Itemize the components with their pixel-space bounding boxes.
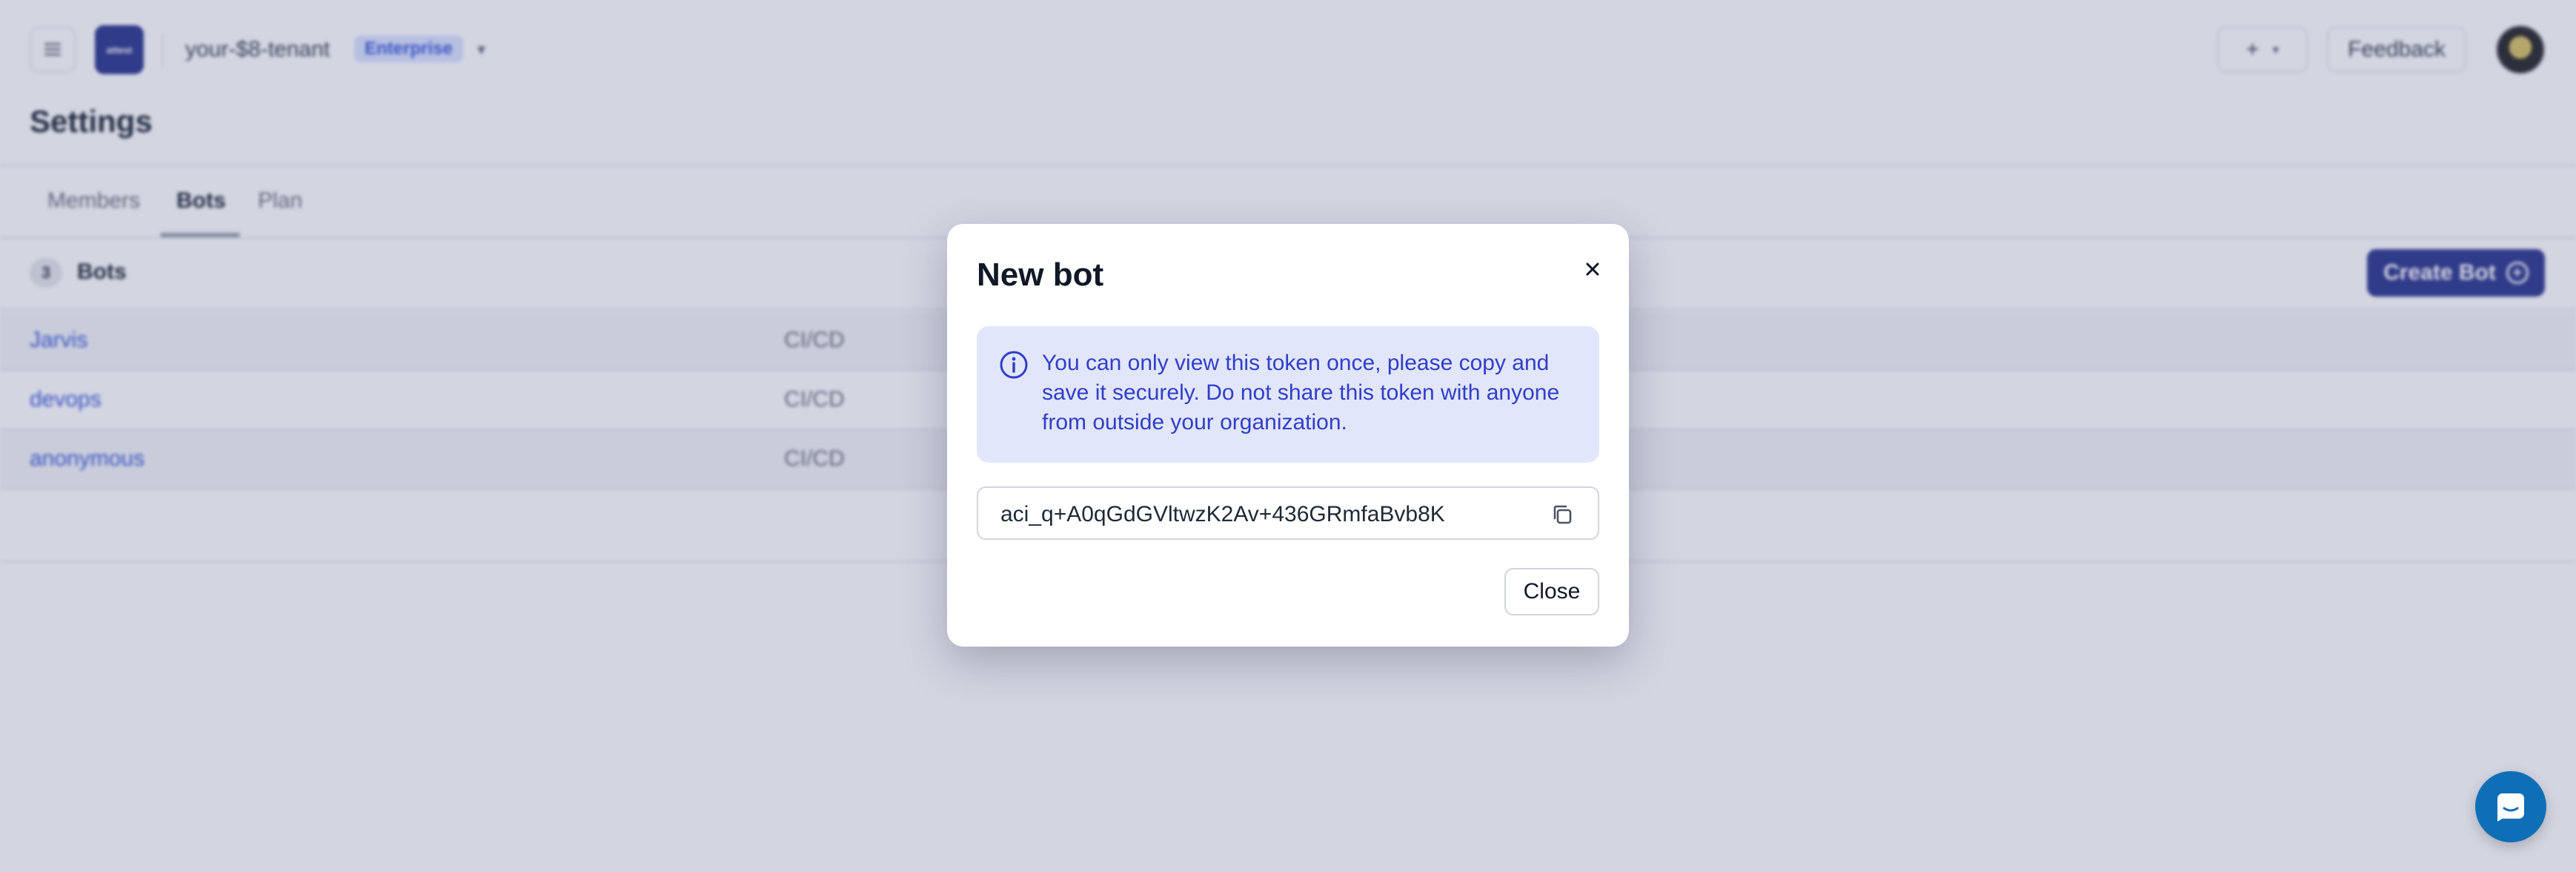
copy-icon xyxy=(1553,505,1572,524)
dialog-title: New bot xyxy=(977,257,1104,293)
notice-text: You can only view this token once, pleas… xyxy=(1042,351,1560,435)
new-bot-dialog: New bot You can only view this token onc… xyxy=(947,224,1629,647)
copy-token-button[interactable] xyxy=(1546,498,1579,531)
dialog-close-button[interactable] xyxy=(1576,252,1610,286)
close-button[interactable]: Close xyxy=(1504,568,1599,615)
token-field[interactable]: aci_q+A0qGdGVltwzK2Av+436GRmfaBvb8K xyxy=(977,486,1599,540)
token-value[interactable]: aci_q+A0qGdGVltwzK2Av+436GRmfaBvb8K xyxy=(1000,502,1445,527)
app-root: attest your-$8-tenant Enterprise ▾ + ▾ F… xyxy=(0,0,2576,872)
close-icon xyxy=(1586,262,1599,276)
info-icon xyxy=(1000,351,1028,379)
chat-launcher-button[interactable] xyxy=(2475,771,2546,842)
token-warning-notice: You can only view this token once, pleas… xyxy=(977,326,1599,463)
chat-icon xyxy=(2497,793,2524,822)
